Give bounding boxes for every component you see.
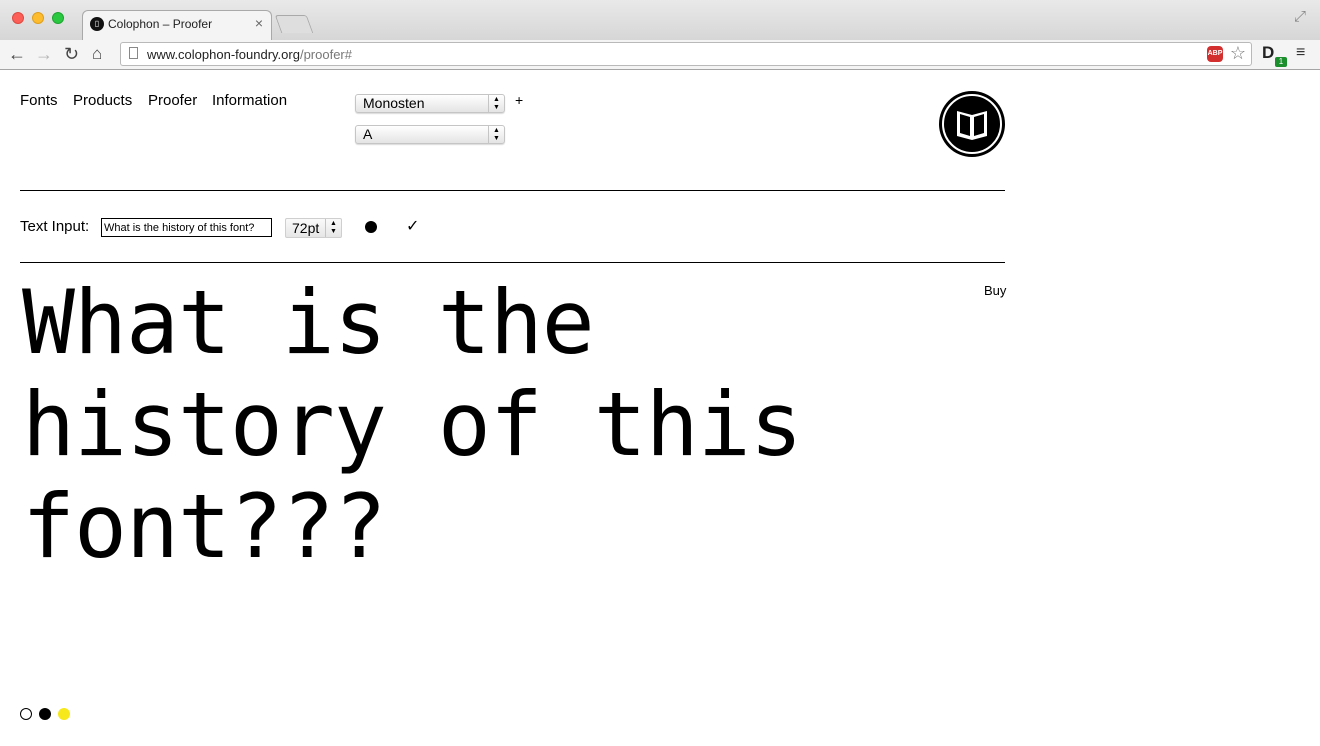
font-family-value: Monosten <box>363 95 425 111</box>
select-arrows-icon: ▲ ▼ <box>488 95 504 112</box>
forward-icon[interactable]: → <box>35 43 53 65</box>
adblock-icon[interactable]: ABP <box>1207 46 1223 62</box>
home-icon[interactable]: ⌂ <box>92 43 102 65</box>
divider-top <box>20 190 1005 191</box>
swatch-yellow[interactable] <box>58 708 70 720</box>
divider-bottom <box>20 262 1005 263</box>
check-button[interactable]: ✓ <box>406 216 419 236</box>
tab-title: Colophon – Proofer <box>108 17 213 31</box>
nav-fonts[interactable]: Fonts <box>20 92 58 109</box>
tab-close-icon[interactable]: × <box>255 15 263 31</box>
select-arrows-icon: ▲ ▼ <box>325 219 341 237</box>
fullscreen-icon[interactable]: ⤢ <box>1294 8 1306 25</box>
open-book-icon <box>957 111 987 140</box>
buy-link[interactable]: Buy <box>984 283 1006 298</box>
browser-tab[interactable]: ▯ Colophon – Proofer × <box>82 10 272 40</box>
browser-menu-icon[interactable]: ≡ <box>1296 44 1305 62</box>
font-size-value: 72pt <box>292 220 320 236</box>
font-style-select[interactable]: A ▲ ▼ <box>355 125 505 144</box>
add-font-button[interactable]: + <box>515 92 523 108</box>
colophon-logo[interactable] <box>939 91 1005 157</box>
select-arrows-icon: ▲ ▼ <box>488 126 504 143</box>
extension-d-icon[interactable]: D <box>1262 43 1274 63</box>
font-family-select[interactable]: Monosten ▲ ▼ <box>355 94 505 113</box>
nav-information[interactable]: Information <box>212 92 287 109</box>
page-icon <box>129 47 138 59</box>
font-style-value: A <box>363 126 373 142</box>
address-bar[interactable]: www.colophon-foundry.org/proofer# ABP ☆ <box>120 42 1252 66</box>
minimize-window-button[interactable] <box>32 12 44 24</box>
browser-titlebar: ▯ Colophon – Proofer × ⤢ <box>0 0 1320 40</box>
new-tab-button[interactable] <box>274 15 314 33</box>
url-text: www.colophon-foundry.org/proofer# <box>147 47 352 62</box>
browser-toolbar: ← → ↻ ⌂ www.colophon-foundry.org/proofer… <box>0 40 1320 70</box>
text-input-field[interactable] <box>101 218 272 237</box>
back-icon[interactable]: ← <box>8 43 26 65</box>
bullet-button[interactable] <box>365 221 377 233</box>
reload-icon[interactable]: ↻ <box>64 43 79 65</box>
colophon-favicon-icon: ▯ <box>90 17 104 31</box>
extension-badge: 1 <box>1275 57 1287 67</box>
swatch-white[interactable] <box>20 708 32 720</box>
maximize-window-button[interactable] <box>52 12 64 24</box>
nav-products[interactable]: Products <box>73 92 132 109</box>
proof-text: What is the history of this font??? <box>22 271 803 578</box>
font-size-select[interactable]: 72pt ▲ ▼ <box>285 218 342 238</box>
nav-proofer[interactable]: Proofer <box>148 92 197 109</box>
close-window-button[interactable] <box>12 12 24 24</box>
swatch-black[interactable] <box>39 708 51 720</box>
bookmark-star-icon[interactable]: ☆ <box>1230 43 1246 64</box>
text-input-label: Text Input: <box>20 218 90 235</box>
